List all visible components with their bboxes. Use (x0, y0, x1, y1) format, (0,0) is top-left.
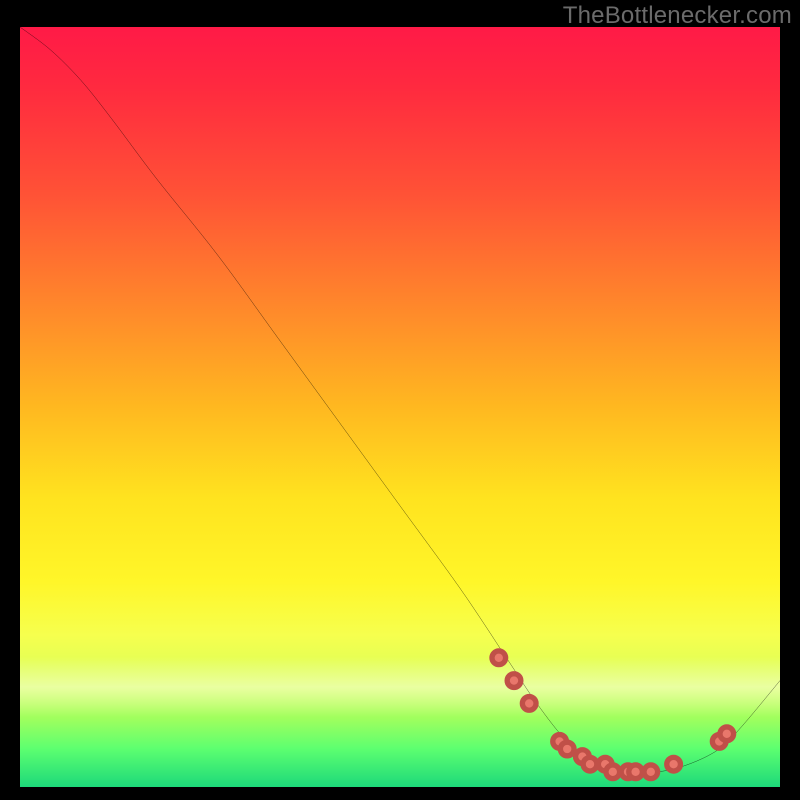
dot (598, 757, 612, 771)
dot (553, 735, 567, 749)
dot (507, 674, 521, 688)
sweet-spot-dots (492, 651, 734, 779)
dot (606, 765, 620, 779)
dot (522, 697, 536, 711)
curve-layer (20, 27, 780, 787)
chart-frame: TheBottlenecker.com (0, 0, 800, 800)
dot (583, 757, 597, 771)
dot (667, 757, 681, 771)
dot (576, 750, 590, 764)
pale-band (20, 657, 780, 717)
dot (560, 742, 574, 756)
dot (712, 735, 726, 749)
dot (629, 765, 643, 779)
watermark-text: TheBottlenecker.com (563, 2, 792, 30)
dot (492, 651, 506, 665)
dot (621, 765, 635, 779)
dot (720, 727, 734, 741)
points-layer (20, 27, 780, 787)
dot (644, 765, 658, 779)
bottleneck-curve (20, 27, 780, 773)
plot-area (20, 27, 780, 787)
